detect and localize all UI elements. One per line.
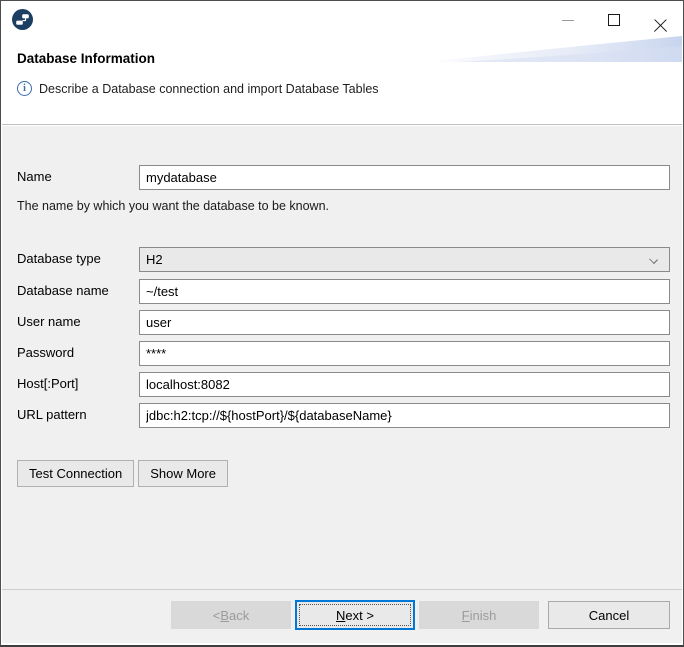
name-help-text: The name by which you want the database … <box>17 199 329 213</box>
maximize-icon <box>608 14 620 26</box>
database-name-label: Database name <box>17 283 109 298</box>
name-input[interactable] <box>139 165 670 190</box>
close-button[interactable] <box>637 1 683 39</box>
database-type-label: Database type <box>17 251 101 266</box>
app-logo-icon <box>12 9 33 30</box>
cancel-button[interactable]: Cancel <box>548 601 670 629</box>
maximize-button[interactable] <box>591 1 637 39</box>
database-type-value: H2 <box>146 252 163 267</box>
back-button[interactable]: < Back <box>171 601 291 629</box>
minimize-icon <box>562 20 574 21</box>
show-more-button[interactable]: Show More <box>138 460 228 487</box>
next-button[interactable]: Next > <box>295 600 415 630</box>
user-name-label: User name <box>17 314 81 329</box>
window-controls <box>545 1 683 39</box>
url-pattern-input[interactable] <box>139 403 670 428</box>
url-pattern-label: URL pattern <box>17 407 87 422</box>
chevron-down-icon <box>649 255 658 264</box>
info-icon: i <box>17 81 32 96</box>
host-port-input[interactable] <box>139 372 670 397</box>
password-input[interactable] <box>139 341 670 366</box>
form-area: Name The name by which you want the data… <box>2 126 682 643</box>
database-information-dialog: Database Information i Describe a Databa… <box>0 0 684 647</box>
host-port-label: Host[:Port] <box>17 376 78 391</box>
name-label: Name <box>17 169 52 184</box>
finish-button[interactable]: Finish <box>419 601 539 629</box>
database-name-input[interactable] <box>139 279 670 304</box>
title-bar <box>1 1 683 39</box>
database-type-dropdown[interactable]: H2 <box>139 247 670 272</box>
footer-separator <box>2 589 682 590</box>
minimize-button[interactable] <box>545 1 591 39</box>
close-icon <box>653 19 668 34</box>
page-title: Database Information <box>17 51 155 66</box>
test-connection-button[interactable]: Test Connection <box>17 460 134 487</box>
user-name-input[interactable] <box>139 310 670 335</box>
wizard-header: Database Information i Describe a Databa… <box>2 39 682 125</box>
page-description: Describe a Database connection and impor… <box>39 82 379 96</box>
password-label: Password <box>17 345 74 360</box>
